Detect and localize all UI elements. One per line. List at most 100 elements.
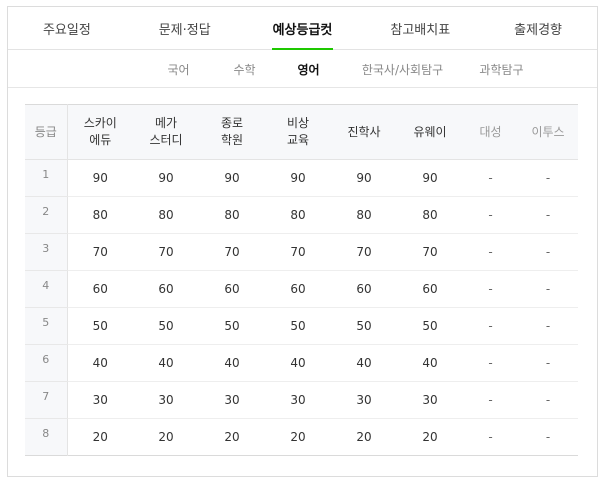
- cut-value: 80: [331, 196, 397, 234]
- table-row: 5 50 50 50 50 50 50 - -: [25, 307, 578, 345]
- subject-tab-bar: 국어 수학 영어 한국사/사회탐구 과학탐구: [8, 51, 597, 87]
- cut-value: -: [518, 233, 578, 271]
- grade-column-header: 등급: [25, 104, 68, 160]
- table-row: 8 20 20 20 20 20 20 - -: [25, 418, 578, 456]
- cut-value: 90: [133, 159, 199, 197]
- table-row: 1 90 90 90 90 90 90 - -: [25, 159, 578, 197]
- cut-value: 60: [133, 270, 199, 308]
- cut-value: 30: [133, 381, 199, 419]
- cut-value: 40: [265, 344, 331, 382]
- grade-cell: 5: [25, 307, 68, 345]
- cut-value: 70: [397, 233, 463, 271]
- cut-value: -: [488, 430, 493, 444]
- cut-value: 60: [331, 270, 397, 308]
- cut-value: 20: [422, 430, 438, 444]
- grade-cell: 2: [25, 196, 68, 234]
- subtab-english[interactable]: 영어: [282, 61, 336, 78]
- cut-value: 30: [199, 381, 265, 419]
- cut-value: -: [518, 270, 578, 308]
- column-header-jongro: 종로 학원: [199, 104, 265, 160]
- column-header-uway: 유웨이: [397, 104, 463, 160]
- cut-value: 70: [67, 233, 133, 271]
- cut-value: -: [518, 307, 578, 345]
- cut-value: 20: [356, 430, 372, 444]
- cut-value: -: [463, 270, 518, 308]
- cut-value: -: [518, 159, 578, 197]
- cut-value: 50: [199, 307, 265, 345]
- cut-value: 70: [199, 233, 265, 271]
- table-row: 2 80 80 80 80 80 80 - -: [25, 196, 578, 234]
- cut-value: 20: [158, 430, 174, 444]
- grade-cell: 3: [25, 233, 68, 271]
- cut-value: 40: [397, 344, 463, 382]
- table-row: 6 40 40 40 40 40 40 - -: [25, 344, 578, 382]
- cut-value: -: [463, 233, 518, 271]
- cut-value: 90: [265, 159, 331, 197]
- cut-value: 70: [331, 233, 397, 271]
- grade-cut-panel: 주요일정 문제·정답 예상등급컷 참고배치표 출제경향 국어 수학 영어 한국사…: [7, 6, 598, 477]
- cut-value: 80: [397, 196, 463, 234]
- main-tab-bar: 주요일정 문제·정답 예상등급컷 참고배치표 출제경향: [8, 7, 597, 50]
- cut-value: 70: [265, 233, 331, 271]
- column-header-visang: 비상 교육: [265, 104, 331, 160]
- cut-value: -: [463, 196, 518, 234]
- cut-value: 90: [331, 159, 397, 197]
- cut-value: 20: [290, 430, 306, 444]
- table-row: 3 70 70 70 70 70 70 - -: [25, 233, 578, 271]
- cut-value: 90: [199, 159, 265, 197]
- cut-value: 70: [133, 233, 199, 271]
- cut-value: 80: [67, 196, 133, 234]
- grade-cut-table: 등급 스카이 에듀 메가 스터디 종로 학원 비상 교육 진학사 유웨이 대성 이투스 …: [25, 104, 578, 456]
- cut-value: -: [463, 307, 518, 345]
- grade-cell: 1: [25, 159, 68, 197]
- cut-value: 50: [331, 307, 397, 345]
- cut-value: 50: [133, 307, 199, 345]
- cut-value: 20: [92, 430, 108, 444]
- cut-value: -: [463, 344, 518, 382]
- grade-cell: 7: [25, 381, 68, 419]
- cut-value: 60: [265, 270, 331, 308]
- subtab-korean[interactable]: 국어: [152, 61, 206, 78]
- cut-value: 40: [133, 344, 199, 382]
- cut-value: 60: [67, 270, 133, 308]
- cut-value: 30: [331, 381, 397, 419]
- cut-value: 30: [397, 381, 463, 419]
- tab-placement-chart[interactable]: 참고배치표: [361, 7, 479, 49]
- tab-questions-answers[interactable]: 문제·정답: [126, 7, 244, 49]
- cut-value: 30: [265, 381, 331, 419]
- cut-value: 50: [397, 307, 463, 345]
- cut-value: 80: [265, 196, 331, 234]
- table-row: 7 30 30 30 30 30 30 - -: [25, 381, 578, 419]
- cut-value: 80: [199, 196, 265, 234]
- cut-value: -: [518, 344, 578, 382]
- cut-value: -: [463, 381, 518, 419]
- column-header-skyedu: 스카이 에듀: [67, 104, 133, 160]
- cut-value: 60: [397, 270, 463, 308]
- column-header-megastudy: 메가 스터디: [133, 104, 199, 160]
- cut-value: 90: [67, 159, 133, 197]
- cut-value: 40: [67, 344, 133, 382]
- cut-value: -: [463, 159, 518, 197]
- cut-value: 40: [331, 344, 397, 382]
- grade-cell: 4: [25, 270, 68, 308]
- tab-schedule[interactable]: 주요일정: [8, 7, 126, 49]
- table-header-row: 등급 스카이 에듀 메가 스터디 종로 학원 비상 교육 진학사 유웨이 대성 이투스: [25, 104, 578, 160]
- cut-value: 80: [133, 196, 199, 234]
- tab-exam-trends[interactable]: 출제경향: [479, 7, 597, 49]
- cut-value: 90: [397, 159, 463, 197]
- cut-value: 60: [199, 270, 265, 308]
- table-row: 4 60 60 60 60 60 60 - -: [25, 270, 578, 308]
- cut-value: 50: [67, 307, 133, 345]
- subtab-math[interactable]: 수학: [218, 61, 272, 78]
- cut-value: -: [545, 430, 551, 444]
- subtab-history-social[interactable]: 한국사/사회탐구: [348, 61, 458, 78]
- grade-cell: 6: [25, 344, 68, 382]
- cut-value: 30: [67, 381, 133, 419]
- column-header-jinhaksa: 진학사: [331, 104, 397, 160]
- cut-value: 20: [224, 430, 240, 444]
- tab-expected-grade-cut[interactable]: 예상등급컷: [244, 7, 362, 50]
- section-divider: [8, 87, 597, 88]
- cut-value: 50: [265, 307, 331, 345]
- column-header-daesung: 대성: [463, 104, 518, 160]
- subtab-science[interactable]: 과학탐구: [470, 61, 534, 78]
